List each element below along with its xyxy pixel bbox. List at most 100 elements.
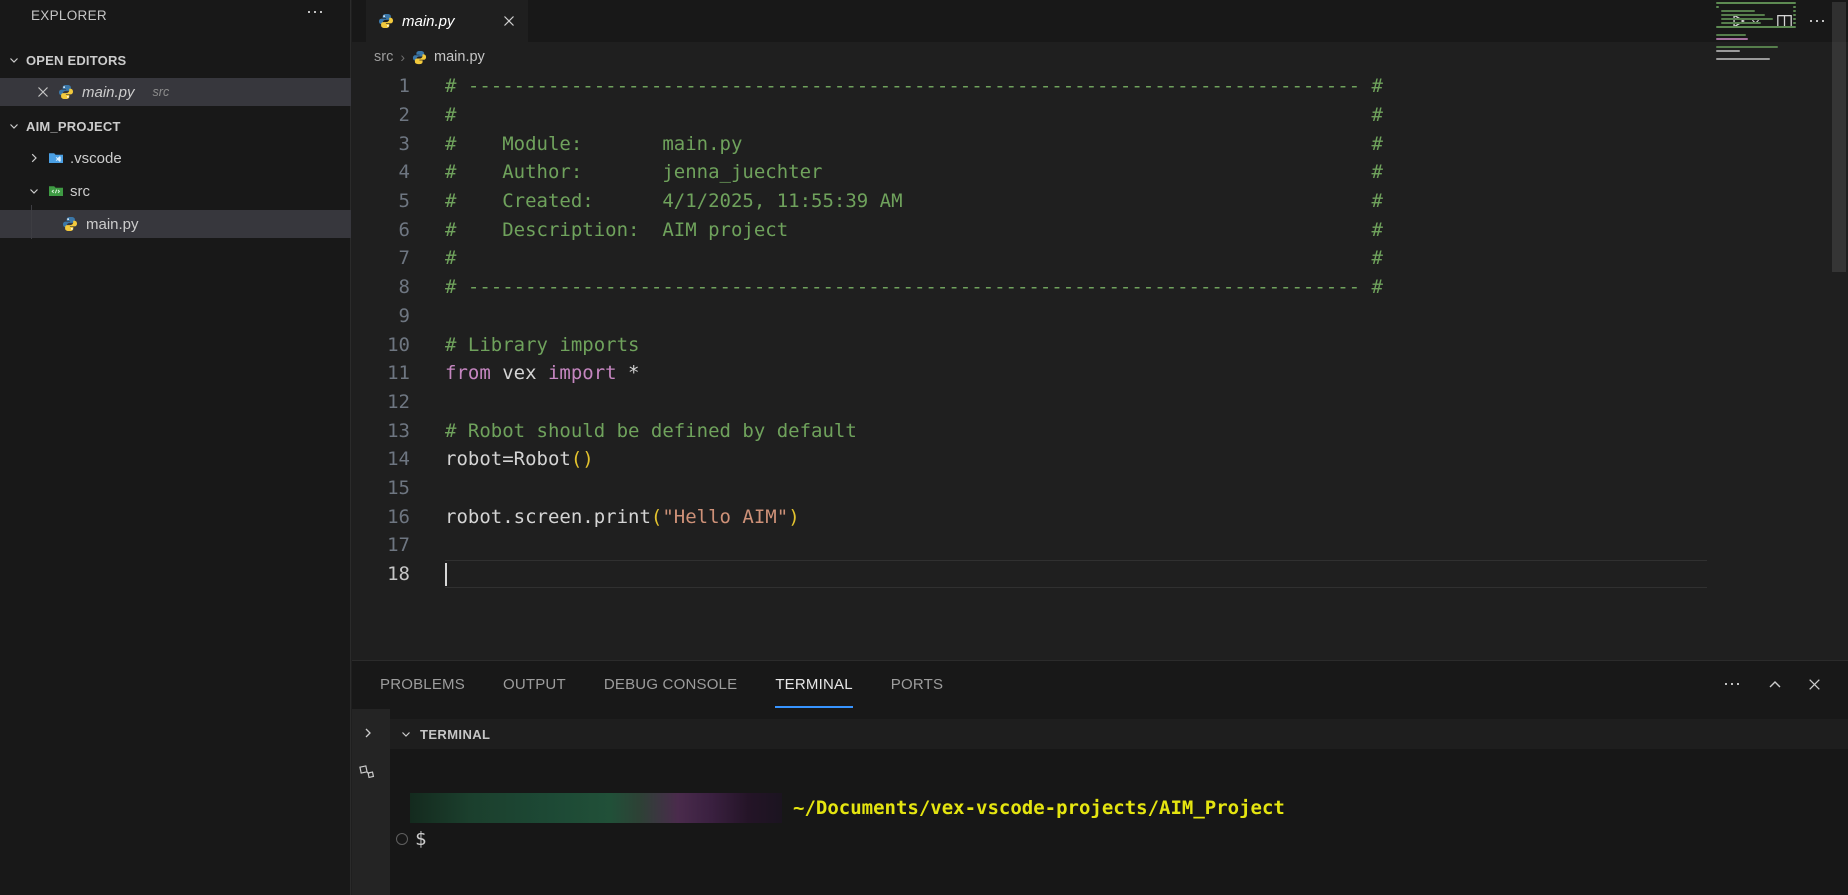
python-icon	[412, 50, 427, 65]
line-number[interactable]: 4	[352, 161, 410, 183]
code-line-10[interactable]: 10# Library imports	[352, 330, 1848, 359]
line-number[interactable]: 5	[352, 190, 410, 212]
line-number[interactable]: 6	[352, 219, 410, 241]
breadcrumb-folder[interactable]: src	[374, 49, 393, 65]
code-text: # Description: AIM project #	[445, 219, 1383, 241]
code-text: # Robot should be defined by default	[445, 420, 857, 442]
vex-terminal-profile-icon[interactable]	[357, 761, 377, 781]
code-line-1[interactable]: 1 # -------------------------------------…	[352, 72, 1848, 101]
terminal-section-label: TERMINAL	[420, 727, 490, 742]
chevron-down-icon	[6, 52, 22, 68]
terminal-viewport[interactable]: ~/Documents/vex-vscode-projects/AIM_Proj…	[390, 749, 1848, 895]
editor-scrollbar[interactable]	[1832, 2, 1846, 272]
code-text: robot.screen.print("Hello AIM")	[445, 506, 800, 528]
breadcrumb-file[interactable]: main.py	[434, 49, 485, 65]
code-text: # #	[445, 104, 1383, 126]
line-number[interactable]: 12	[352, 391, 410, 413]
chevron-down-icon	[26, 183, 42, 199]
chevron-down-icon	[6, 118, 22, 134]
breadcrumb: src › main.py	[352, 42, 1848, 72]
code-line-14[interactable]: 14 robot=Robot()	[352, 445, 1848, 474]
editor-tab-bar: main.py ⋯	[352, 0, 1848, 42]
panel-actions: ⋯	[1723, 661, 1822, 708]
line-number[interactable]: 10	[352, 334, 410, 356]
project-section-header[interactable]: AIM_PROJECT	[0, 112, 351, 140]
editor-area: main.py ⋯ src › main.py 1# -------	[352, 0, 1848, 660]
terminal-gutter	[352, 709, 390, 895]
code-lines: 1 # -------------------------------------…	[352, 72, 1848, 588]
panel-tab-output[interactable]: OUTPUT	[503, 661, 566, 708]
code-line-8[interactable]: 8 # -------------------------------------…	[352, 273, 1848, 302]
code-line-2[interactable]: 2 # #	[352, 101, 1848, 130]
code-text: # Created: 4/1/2025, 11:55:39 AM #	[445, 190, 1383, 212]
line-number[interactable]: 14	[352, 448, 410, 470]
tree-item-src-folder[interactable]: src	[0, 177, 351, 205]
tree-item-vscode-folder[interactable]: .vscode	[0, 144, 351, 172]
editor-more-actions-icon[interactable]: ⋯	[1808, 11, 1828, 32]
command-decoration-circle-icon[interactable]	[396, 833, 408, 845]
maximize-panel-icon[interactable]	[1767, 677, 1783, 693]
line-number[interactable]: 18	[352, 563, 410, 585]
code-text: # #	[445, 247, 1383, 269]
line-number[interactable]: 15	[352, 477, 410, 499]
code-line-11[interactable]: 11 from vex import *	[352, 359, 1848, 388]
panel-more-actions-icon[interactable]: ⋯	[1723, 674, 1743, 695]
open-editors-label: OPEN EDITORS	[26, 53, 126, 68]
code-text: # --------------------------------------…	[445, 75, 1383, 97]
src-folder-icon	[48, 183, 64, 199]
code-line-3[interactable]: 3 # Module: main.py #	[352, 129, 1848, 158]
close-icon[interactable]	[36, 85, 50, 99]
code-text: robot=Robot()	[445, 448, 594, 470]
tree-indent-guide	[31, 205, 32, 239]
minimap[interactable]	[1716, 2, 1800, 122]
code-line-15[interactable]: 15	[352, 474, 1848, 503]
line-number[interactable]: 8	[352, 276, 410, 298]
code-text: # Module: main.py #	[445, 133, 1383, 155]
line-number[interactable]: 1	[352, 75, 410, 97]
terminal-section-header[interactable]: TERMINAL	[390, 719, 1848, 749]
code-line-5[interactable]: 5 # Created: 4/1/2025, 11:55:39 AM #	[352, 187, 1848, 216]
tab-label: main.py	[402, 13, 494, 30]
explorer-more-actions-icon[interactable]: ⋯	[306, 2, 326, 23]
line-number[interactable]: 17	[352, 534, 410, 556]
code-line-9[interactable]: 9	[352, 302, 1848, 331]
line-number[interactable]: 16	[352, 506, 410, 528]
panel-tab-bar: PROBLEMS OUTPUT DEBUG CONSOLE TERMINAL PORTS	[380, 661, 943, 708]
open-editor-item-mainpy[interactable]: main.py src	[0, 78, 351, 106]
terminal-splash-gradient	[410, 793, 782, 823]
code-line-12[interactable]: 12	[352, 388, 1848, 417]
line-number[interactable]: 9	[352, 305, 410, 327]
line-number[interactable]: 2	[352, 104, 410, 126]
code-line-17[interactable]: 17	[352, 531, 1848, 560]
panel-tab-ports[interactable]: PORTS	[891, 661, 943, 708]
code-line-18[interactable]: 18	[352, 560, 1848, 589]
chevron-down-icon	[398, 726, 414, 742]
code-text	[445, 563, 447, 586]
open-editors-section-header[interactable]: OPEN EDITORS	[0, 46, 351, 74]
code-line-6[interactable]: 6 # Description: AIM project #	[352, 215, 1848, 244]
code-line-16[interactable]: 16 robot.screen.print("Hello AIM")	[352, 502, 1848, 531]
close-icon[interactable]	[502, 14, 516, 28]
tree-item-mainpy-selected[interactable]: main.py	[0, 210, 351, 238]
tree-item-label: src	[70, 183, 90, 200]
terminal-cwd-path: ~/Documents/vex-vscode-projects/AIM_Proj…	[793, 797, 1285, 819]
panel-tab-debug-console[interactable]: DEBUG CONSOLE	[604, 661, 737, 708]
code-text: # Author: jenna_juechter #	[445, 161, 1383, 183]
terminal-prompt: $	[415, 828, 426, 850]
close-panel-icon[interactable]	[1807, 677, 1822, 692]
code-text: # --------------------------------------…	[445, 276, 1383, 298]
code-text: from vex import *	[445, 362, 640, 384]
line-number[interactable]: 7	[352, 247, 410, 269]
code-line-13[interactable]: 13 # Robot should be defined by default	[352, 416, 1848, 445]
tab-mainpy[interactable]: main.py	[366, 0, 528, 42]
panel-tab-problems[interactable]: PROBLEMS	[380, 661, 465, 708]
python-icon	[62, 216, 78, 232]
chevron-right-icon[interactable]	[360, 725, 376, 741]
line-number[interactable]: 3	[352, 133, 410, 155]
explorer-sidebar: EXPLORER ⋯ OPEN EDITORS main.py src AIM_…	[0, 0, 351, 895]
code-line-4[interactable]: 4 # Author: jenna_juechter #	[352, 158, 1848, 187]
line-number[interactable]: 13	[352, 420, 410, 442]
line-number[interactable]: 11	[352, 362, 410, 384]
code-line-7[interactable]: 7 # #	[352, 244, 1848, 273]
panel-tab-terminal[interactable]: TERMINAL	[775, 661, 852, 708]
